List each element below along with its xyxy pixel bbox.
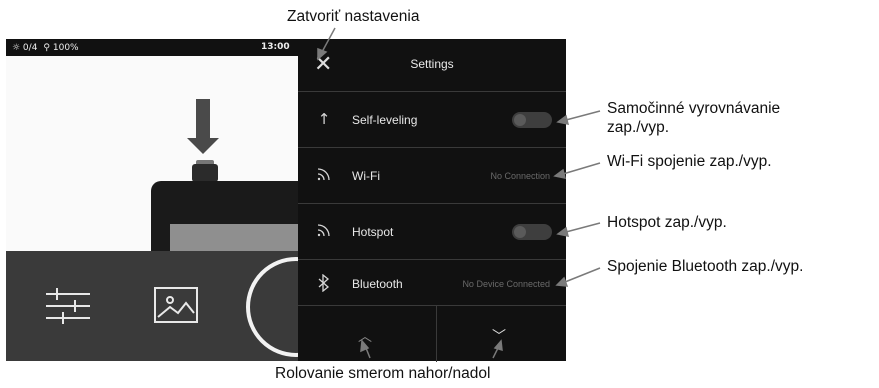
- wifi-label: Wi-Fi: [352, 169, 380, 183]
- arrow-up-icon: ↑: [317, 110, 331, 128]
- brightness-indicator: ☼ 0/4: [12, 42, 38, 53]
- self-leveling-toggle[interactable]: [512, 112, 552, 128]
- settings-row-hotspot[interactable]: Hotspot: [298, 203, 566, 259]
- callout-self-leveling-line1: Samočinné vyrovnávanie: [607, 100, 781, 117]
- wifi-icon: [314, 166, 334, 186]
- settings-panel: ✕ Settings ↑ Self-leveling Wi-Fi No Conn…: [298, 39, 566, 362]
- callout-scroll: Rolovanie smerom nahor/nadol: [275, 365, 491, 382]
- chevron-down-icon[interactable]: ﹀: [492, 326, 506, 346]
- callout-hotspot: Hotspot zap./vyp.: [607, 214, 727, 231]
- settings-row-wifi[interactable]: Wi-Fi No Connection: [298, 147, 566, 203]
- hotspot-toggle[interactable]: [512, 224, 552, 240]
- callout-self-leveling-line2: zap./vyp.: [607, 119, 670, 136]
- settings-row-bluetooth[interactable]: Bluetooth No Device Connected: [298, 259, 566, 305]
- down-arrow-graphic: [196, 99, 210, 139]
- wifi-status: No Connection: [490, 171, 550, 181]
- sliders-icon[interactable]: [46, 288, 90, 324]
- nav-divider: [436, 306, 437, 362]
- bluetooth-label: Bluetooth: [352, 277, 403, 291]
- zoom-indicator: ⚲ 100%: [43, 42, 79, 53]
- callout-wifi: Wi-Fi spojenie zap./vyp.: [607, 153, 772, 170]
- settings-title: Settings: [410, 57, 454, 71]
- callout-bluetooth: Spojenie Bluetooth zap./vyp.: [607, 258, 804, 275]
- settings-row-self-leveling[interactable]: ↑ Self-leveling: [298, 91, 566, 147]
- hotspot-icon: [314, 222, 334, 242]
- scroll-nav: ︿ ﹀: [298, 305, 566, 362]
- settings-header: ✕ Settings: [298, 39, 566, 91]
- callout-self-leveling: Samočinné vyrovnávanie zap./vyp.: [607, 99, 780, 137]
- gallery-icon[interactable]: [154, 287, 198, 323]
- camera-toolbar: [6, 251, 346, 361]
- chevron-up-icon[interactable]: ︿: [358, 326, 372, 346]
- hotspot-label: Hotspot: [352, 225, 394, 239]
- bluetooth-icon: [314, 273, 334, 296]
- device-knob: [192, 164, 218, 182]
- clock: 13:00: [261, 42, 290, 52]
- self-leveling-label: Self-leveling: [352, 113, 418, 127]
- callout-close-settings: Zatvoriť nastavenia: [287, 8, 420, 25]
- down-arrow-head: [187, 138, 219, 154]
- bluetooth-status: No Device Connected: [462, 279, 550, 289]
